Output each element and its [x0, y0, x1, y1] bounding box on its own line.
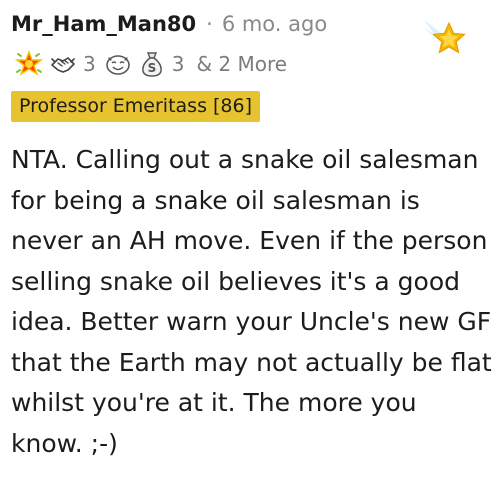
svg-text:S: S	[147, 61, 156, 75]
comment: Mr_Ham_Man80 · 6 mo. ago 3 S 3 & 2 More …	[0, 0, 502, 490]
awards-row: 3 S 3 & 2 More	[14, 48, 287, 80]
comment-body: NTA. Calling out a snake oil salesman fo…	[11, 145, 492, 458]
separator-dot: ·	[206, 12, 213, 36]
username-link[interactable]: Mr_Ham_Man80	[11, 12, 196, 36]
money-bag-award-icon[interactable]: S	[138, 50, 166, 78]
starstruck-award-icon[interactable]	[14, 49, 44, 78]
user-flair: Professor Emeritass [86]	[11, 91, 261, 122]
wholesome-handshake-award-icon[interactable]	[49, 50, 77, 78]
comment-header: Mr_Ham_Man80 · 6 mo. ago	[11, 9, 327, 39]
laughing-face-award-icon[interactable]	[104, 50, 132, 78]
handshake-award-count: 3	[83, 52, 96, 76]
more-awards-link[interactable]: & 2 More	[196, 52, 287, 76]
timestamp[interactable]: 6 mo. ago	[222, 12, 327, 36]
money-bag-award-count: 3	[171, 52, 185, 76]
give-award-star-icon[interactable]	[420, 14, 466, 60]
